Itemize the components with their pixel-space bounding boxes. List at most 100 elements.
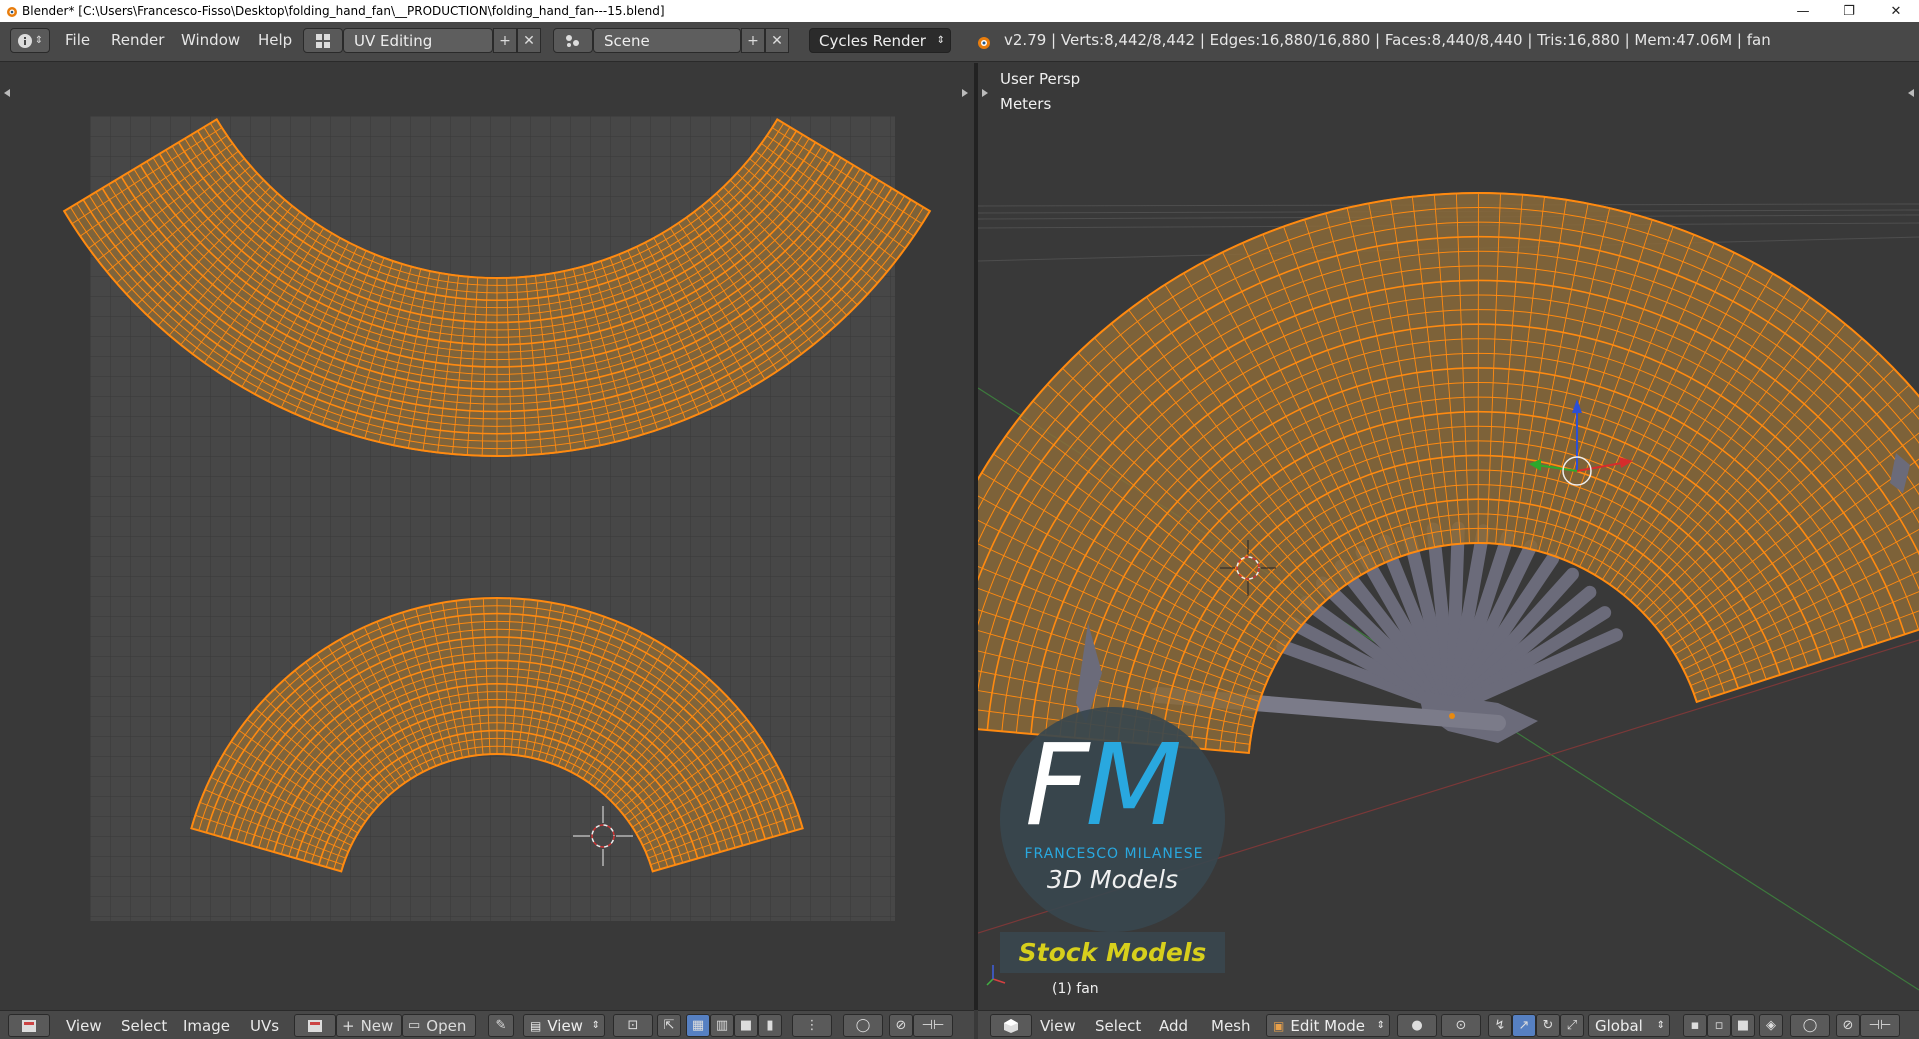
proportional-editing-icon[interactable]: ◯ <box>1790 1014 1830 1037</box>
open-image-button[interactable]: ▭ Open <box>402 1014 476 1037</box>
layout-grid-icon <box>316 33 330 48</box>
updown-arrows-icon: ⇕ <box>34 35 44 46</box>
editor-type-button[interactable] <box>990 1014 1032 1037</box>
open-image-label: Open <box>426 1016 467 1035</box>
minimize-button[interactable]: — <box>1780 0 1826 22</box>
face-select-mode-icon[interactable]: ■ <box>1731 1014 1755 1037</box>
island-select-icon[interactable]: ▮ <box>758 1014 782 1037</box>
properties-expand-icon[interactable] <box>1906 88 1916 98</box>
close-button[interactable]: ✕ <box>1873 0 1919 22</box>
pivot-point-select[interactable]: ⊙ <box>1441 1014 1481 1037</box>
watermark-logo: FM <box>1025 721 1182 851</box>
remove-scene-icon[interactable]: ✕ <box>765 28 789 53</box>
occlude-geometry-icon[interactable]: ◈ <box>1759 1014 1783 1037</box>
image-icon <box>308 1019 322 1032</box>
render-engine-select[interactable]: Cycles Render ⇕ <box>809 28 951 53</box>
watermark-tagline: 3D Models <box>1046 865 1179 894</box>
watermark-author: FRANCESCO MILANESE <box>1024 846 1204 862</box>
uv-canvas[interactable] <box>0 63 974 1010</box>
fan-mesh[interactable] <box>978 192 1919 755</box>
transform-orientation-select[interactable]: Global ⇕ <box>1588 1014 1670 1037</box>
viewport-shading-select[interactable]: ● <box>1397 1014 1437 1037</box>
vertex-select-mode-icon[interactable]: ▪ <box>1683 1014 1707 1037</box>
screen-layout-field[interactable]: UV Editing <box>343 28 493 53</box>
updown-arrows-icon: ⇕ <box>936 35 945 46</box>
uv-menu-image[interactable]: Image <box>183 1017 230 1035</box>
remove-screen-icon[interactable]: ✕ <box>517 28 541 53</box>
view-mode-label: View <box>547 1016 583 1035</box>
info-icon <box>17 33 32 48</box>
active-object-label: (1) fan <box>1052 981 1099 997</box>
interaction-mode-select[interactable]: ▣ Edit Mode ⇕ <box>1266 1014 1390 1037</box>
scale-manipulator-icon[interactable]: ⤢ <box>1560 1014 1584 1037</box>
add-scene-icon[interactable]: + <box>741 28 765 53</box>
scene-icon <box>566 34 579 47</box>
maximize-button[interactable]: ❐ <box>1826 0 1872 22</box>
3d-viewport-header: View Select Add Mesh ▣ Edit Mode ⇕ ● ⊙ ↯ ↗… <box>978 1010 1919 1039</box>
toolshelf-expand-icon[interactable] <box>980 88 990 98</box>
vertex-select-icon[interactable]: ▦ <box>686 1014 710 1037</box>
blender-logo-icon <box>7 7 17 17</box>
uv-image-editor[interactable] <box>0 63 974 1010</box>
folder-icon: ▭ <box>408 1018 421 1033</box>
menu-render[interactable]: Render <box>111 31 164 49</box>
editor-type-button[interactable] <box>8 1014 50 1037</box>
proportional-edit-icon[interactable]: ◯ <box>843 1014 883 1037</box>
watermark-stock-badge: Stock Models <box>1000 932 1225 973</box>
uv-menu-uvs[interactable]: UVs <box>250 1017 279 1035</box>
properties-expand-icon[interactable] <box>960 88 970 98</box>
scene-icon-button[interactable] <box>553 28 593 53</box>
view-mode-select[interactable]: ▤ View ⇕ <box>523 1014 605 1037</box>
sync-selection-icon[interactable]: ⇱ <box>657 1014 681 1037</box>
3d-menu-select[interactable]: Select <box>1095 1017 1141 1035</box>
toolshelf-expand-icon[interactable] <box>2 88 12 98</box>
snap-icon[interactable]: ⊘ <box>889 1014 913 1037</box>
edge-select-icon[interactable]: ▥ <box>710 1014 734 1037</box>
image-icon: ▤ <box>530 1018 542 1033</box>
updown-arrows-icon: ⇕ <box>1376 1020 1385 1031</box>
image-editor-icon <box>22 1019 36 1032</box>
face-select-icon[interactable]: ■ <box>734 1014 758 1037</box>
snap-element-icon[interactable]: ⊣⊢ <box>1860 1014 1900 1037</box>
render-engine-label: Cycles Render <box>819 31 926 50</box>
uv-menu-select[interactable]: Select <box>121 1017 167 1035</box>
scene-stats: v2.79 | Verts:8,442/8,442 | Edges:16,880… <box>1004 31 1771 49</box>
snap-icon[interactable]: ⊘ <box>1836 1014 1860 1037</box>
units-label: Meters <box>1000 95 1052 113</box>
title-bar: Blender* [C:\Users\Francesco-Fisso\Deskt… <box>0 0 1919 22</box>
translate-manipulator-icon[interactable]: ↗ <box>1512 1014 1536 1037</box>
uv-menu-view[interactable]: View <box>66 1017 102 1035</box>
transform-orientation-label: Global <box>1595 1016 1643 1035</box>
3d-menu-mesh[interactable]: Mesh <box>1211 1017 1251 1035</box>
3d-view-icon <box>1004 1018 1018 1033</box>
rotate-manipulator-icon[interactable]: ↻ <box>1536 1014 1560 1037</box>
3d-menu-view[interactable]: View <box>1040 1017 1076 1035</box>
add-screen-icon[interactable]: + <box>493 28 517 53</box>
fan-pivot-pin <box>1449 713 1455 719</box>
editor-type-button[interactable]: ⇕ <box>10 28 50 53</box>
updown-arrows-icon: ⇕ <box>1656 1020 1665 1031</box>
menu-window[interactable]: Window <box>181 31 240 49</box>
pivot-select[interactable]: ⊡ <box>613 1014 653 1037</box>
info-header: ⇕ File Render Window Help UV Editing + ✕… <box>0 22 1919 62</box>
window-title: Blender* [C:\Users\Francesco-Fisso\Deskt… <box>22 4 665 18</box>
menu-file[interactable]: File <box>65 31 90 49</box>
uv-editor-header: View Select Image UVs + New ▭ Open ✎ ▤ View… <box>0 1010 974 1039</box>
image-browse-button[interactable] <box>294 1014 336 1037</box>
manipulator-toggle-icon[interactable]: ↯ <box>1488 1014 1512 1037</box>
3d-menu-add[interactable]: Add <box>1159 1017 1188 1035</box>
updown-arrows-icon: ⇕ <box>591 1020 600 1031</box>
sticky-select-mode[interactable]: ⋮ <box>792 1014 832 1037</box>
blender-icon <box>978 37 990 49</box>
edge-select-mode-icon[interactable]: ▫ <box>1707 1014 1731 1037</box>
view-perspective-label: User Persp <box>1000 70 1081 88</box>
interaction-mode-label: Edit Mode <box>1290 1016 1366 1035</box>
pin-icon[interactable]: ✎ <box>488 1014 514 1037</box>
menu-help[interactable]: Help <box>258 31 292 49</box>
new-image-button[interactable]: + New <box>336 1014 402 1037</box>
snap-target-icon[interactable]: ⊣⊢ <box>913 1014 953 1037</box>
scene-field[interactable]: Scene <box>593 28 741 53</box>
edit-mode-icon: ▣ <box>1273 1018 1285 1033</box>
plus-icon: + <box>342 1016 355 1035</box>
screen-layout-icon-button[interactable] <box>303 28 343 53</box>
